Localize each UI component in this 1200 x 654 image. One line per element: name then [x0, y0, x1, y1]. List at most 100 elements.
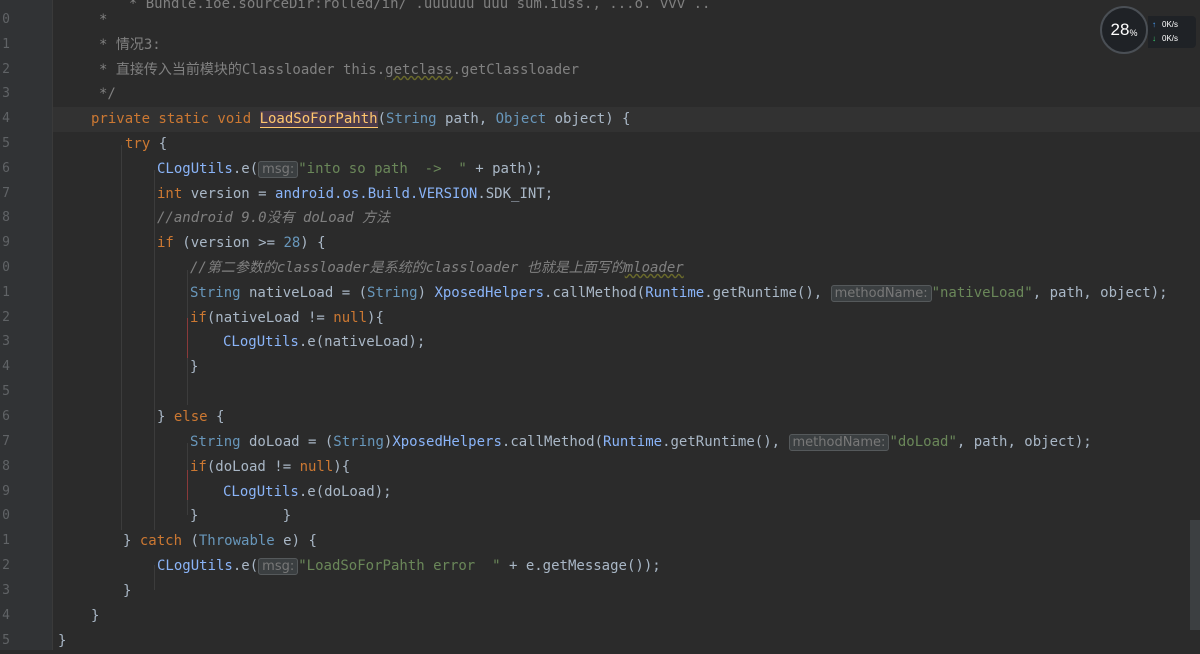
line-number: 5 [2, 136, 10, 151]
code-line: CLogUtils.e(msg: "into so path -> " + pat… [53, 157, 1200, 182]
code-line: */ [53, 82, 1200, 107]
line-number: 4 [2, 111, 10, 126]
code-line: } } [53, 504, 1200, 529]
code-line: if(nativeLoad != null){ [53, 306, 1200, 331]
code-text: doLoad = ( [240, 434, 334, 450]
line-number: 1 [2, 285, 10, 300]
line-number: 9 [2, 484, 10, 499]
type-name: String [333, 434, 384, 450]
line-number: 8 [2, 210, 10, 225]
network-monitor-widget[interactable]: 28% ↑ 0K/s ↓ 0K/s [1100, 6, 1196, 56]
type-name: String [190, 434, 241, 450]
line-number-gutter: 0 1 2 3 4 5 6 7 8 9 0 1 2 3 4 5 6 7 8 9 0 1 2 3 4 5 [0, 0, 53, 650]
code-text: ){ [367, 310, 384, 326]
punct: } [157, 409, 174, 425]
download-speed-value: 0K/s [1162, 34, 1179, 43]
keyword: else [173, 409, 208, 425]
type-name: String [386, 111, 437, 127]
code-text: .e(nativeLoad); [298, 334, 426, 350]
comment-text: * [99, 12, 116, 28]
line-number: 2 [2, 558, 10, 573]
code-line: CLogUtils.e(msg: "LoadSoForPahth error " … [53, 554, 1200, 579]
string-literal: "LoadSoForPahth error " [298, 558, 501, 574]
line-number: 6 [2, 161, 10, 176]
punct: ( [182, 533, 199, 549]
code-editor[interactable]: * Bundle.ioe.sourceDir:rolled/in/ .uuuuu… [53, 0, 1200, 650]
comment-text: .getClassloader [452, 62, 580, 78]
line-number: 0 [2, 260, 10, 275]
code-line: * [53, 8, 1200, 33]
comment-text: mloader [624, 260, 684, 276]
call-text: + e.getMessage()); [500, 558, 661, 574]
keyword: null [333, 310, 368, 326]
code-line: String doLoad = (String)XposedHelpers.ca… [53, 430, 1200, 455]
class-name: CLogUtils [157, 558, 233, 574]
line-number: 3 [2, 86, 10, 101]
call-text: .e( [232, 161, 259, 177]
indent-guide [121, 145, 122, 530]
type-name: String [190, 285, 241, 301]
line-number: 2 [2, 310, 10, 325]
class-name: Runtime [645, 285, 705, 301]
upload-speed: ↑ 0K/s [1152, 19, 1178, 31]
punct: } [123, 533, 140, 549]
method-name[interactable]: LoadSoForPahth [259, 111, 378, 128]
class-name: Runtime [603, 434, 663, 450]
class-name: XposedHelpers [434, 285, 545, 301]
string-literal: "into so path -> " [298, 161, 467, 177]
keyword: if [190, 310, 207, 326]
scrollbar[interactable] [1190, 520, 1200, 630]
code-text: version = [182, 186, 276, 202]
cpu-usage-ring: 28% [1100, 6, 1148, 54]
indent-guide [187, 318, 188, 358]
line-number: 8 [2, 459, 10, 474]
code-line: //android 9.0没有 doLoad 方法 [53, 206, 1200, 231]
comment-text: * 直接传入当前模块的Classloader this. [99, 62, 386, 78]
string-literal: "doLoad" [889, 434, 957, 450]
code-text: ) { [300, 235, 326, 251]
keyword: if [190, 459, 207, 475]
comment-text: getclass [385, 62, 453, 78]
code-line: * 情况3: [53, 33, 1200, 58]
punct: { [207, 409, 225, 425]
number-literal: 28 [283, 235, 301, 251]
line-number: 5 [2, 633, 10, 648]
punct: } [58, 633, 67, 649]
class-name: CLogUtils [157, 161, 233, 177]
punct: } [91, 608, 100, 624]
code-text: .e(doLoad); [298, 484, 392, 500]
line-number: 3 [2, 334, 10, 349]
line-number: 2 [2, 62, 10, 77]
code-line: if(doLoad != null){ [53, 455, 1200, 480]
parameter-hint: methodName: [788, 434, 890, 451]
code-text: nativeLoad = ( [240, 285, 368, 301]
code-text: (doLoad != [206, 459, 300, 475]
string-literal: "nativeLoad" [931, 285, 1033, 301]
code-line: CLogUtils.e(doLoad); [53, 480, 1200, 505]
upload-speed-value: 0K/s [1162, 20, 1179, 29]
line-number: 4 [2, 359, 10, 374]
code-text: .getRuntime(), [704, 285, 831, 301]
keyword: private static void [91, 111, 260, 127]
keyword: null [299, 459, 334, 475]
percent-sign: % [1129, 28, 1138, 38]
call-text: .e( [232, 558, 259, 574]
code-text: (nativeLoad != [206, 310, 334, 326]
parameter-hint: msg: [258, 558, 299, 575]
param-text: path, [436, 111, 496, 127]
package-name: android.os.Build. [275, 186, 419, 202]
class-name: VERSION [418, 186, 478, 202]
code-line: } [53, 629, 1200, 650]
class-name: CLogUtils [223, 334, 299, 350]
keyword: int [157, 186, 183, 202]
code-text: ){ [333, 459, 351, 475]
line-number: 7 [2, 434, 10, 449]
param-text: object) { [546, 111, 631, 127]
comment-text: * 情况3: [99, 37, 161, 53]
code-line: } [53, 604, 1200, 629]
punct: ( [377, 111, 387, 127]
code-line: CLogUtils.e(nativeLoad); [53, 330, 1200, 355]
code-line: try { [53, 132, 1200, 157]
parameter-hint: methodName: [830, 285, 932, 302]
line-number: 4 [2, 608, 10, 623]
